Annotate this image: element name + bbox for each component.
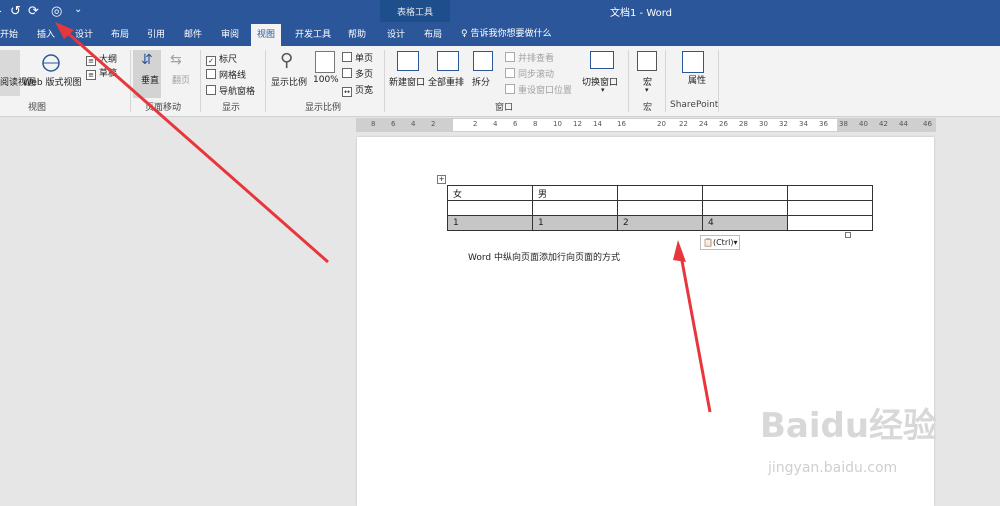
arrow-to-table [678,249,712,413]
arrow-to-qat [61,26,329,264]
annotation-arrows [55,22,712,413]
arrowhead [673,240,686,262]
